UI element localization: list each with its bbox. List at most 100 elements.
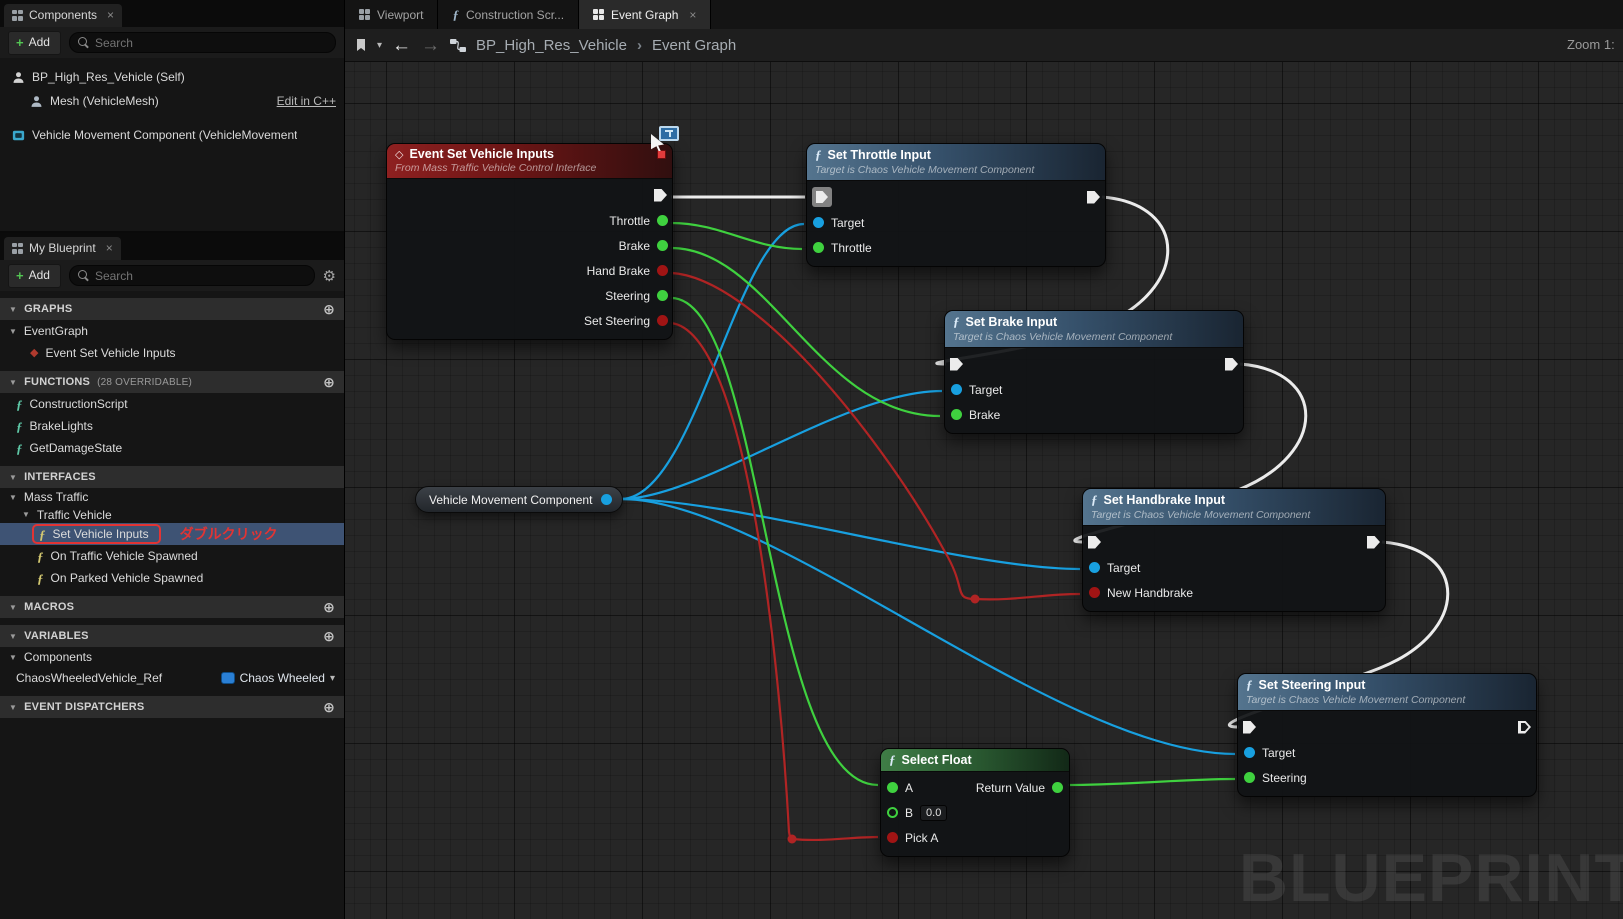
event-set-vehicle-inputs-row[interactable]: ◆ Event Set Vehicle Inputs [0,342,344,364]
vehicle-movement-output-pin[interactable] [601,494,613,505]
eventgraph-row[interactable]: ▼ EventGraph [0,320,344,342]
exec-output-pin[interactable] [1225,357,1238,371]
functions-section-header[interactable]: ▼ FUNCTIONS (28 OVERRIDABLE) ⊕ [0,371,344,393]
collapse-arrow-icon[interactable]: ▼ [9,603,17,612]
return-value-output-pin[interactable] [1052,782,1063,793]
throttle-input-pin[interactable] [813,242,824,253]
node-set-brake-input[interactable]: ƒ Set Brake Input Target is Chaos Vehicl… [944,310,1244,434]
add-function-icon[interactable]: ⊕ [323,375,335,389]
wire-set-steering-event-to-select-float-pick-a[interactable] [670,321,879,842]
collapse-arrow-icon[interactable]: ▼ [9,378,17,387]
exec-input-pin[interactable] [950,357,963,371]
node-set-handbrake-input[interactable]: ƒ Set Handbrake Input Target is Chaos Ve… [1082,488,1386,612]
reroute-node-pick-a[interactable] [787,834,797,844]
target-input-pin[interactable] [813,217,824,228]
function-row-constructionscript[interactable]: ƒ ConstructionScript [0,393,344,415]
collapse-arrow-icon[interactable]: ▼ [9,653,17,662]
interface-row-set-vehicle-inputs[interactable]: ƒ Set Vehicle Inputs ダブルクリック [0,523,344,545]
exec-input-pin[interactable] [1243,720,1256,734]
tab-viewport[interactable]: Viewport [345,0,439,29]
edit-in-cpp-link[interactable]: Edit in C++ [277,94,336,108]
wire-throttle-event-to-set-throttle[interactable] [670,221,803,251]
collapse-arrow-icon[interactable]: ▼ [9,473,17,482]
throttle-output-pin[interactable] [657,215,668,226]
node-event-set-vehicle-inputs[interactable]: ◇ Event Set Vehicle Inputs From Mass Tra… [386,143,673,340]
wire-return-value-select-float-to-set-steering[interactable] [1067,777,1236,787]
steering-output-pin[interactable] [657,290,668,301]
graphs-section-header[interactable]: ▼ GRAPHS ⊕ [0,298,344,320]
collapse-arrow-icon[interactable]: ▼ [9,305,17,314]
pick-a-input-pin[interactable] [887,832,898,843]
tab-event-graph[interactable]: Event Graph × [579,0,712,29]
bookmark-icon[interactable] [355,38,367,52]
b-input-pin[interactable] [887,807,898,818]
interface-group-mass-traffic[interactable]: ▼ Mass Traffic [0,488,344,506]
add-event-dispatcher-icon[interactable]: ⊕ [323,700,335,714]
exec-output-pin[interactable] [1087,190,1100,204]
event-dispatchers-section-header[interactable]: ▼ EVENT DISPATCHERS ⊕ [0,696,344,718]
target-input-pin[interactable] [1244,747,1255,758]
new-handbrake-input-pin[interactable] [1089,587,1100,598]
reroute-node-handbrake[interactable] [970,594,980,604]
graph-canvas[interactable]: ◇ Event Set Vehicle Inputs From Mass Tra… [345,62,1623,919]
brake-output-pin[interactable] [657,240,668,251]
exec-output-pin[interactable] [654,188,667,202]
node-header[interactable]: ◇ Event Set Vehicle Inputs From Mass Tra… [387,144,672,179]
collapse-arrow-icon[interactable]: ▼ [22,510,30,519]
node-set-steering-input[interactable]: ƒ Set Steering Input Target is Chaos Veh… [1237,673,1537,797]
hand-brake-output-pin[interactable] [657,265,668,276]
collapse-arrow-icon[interactable]: ▼ [9,632,17,641]
wire-brake-event-to-set-brake[interactable] [670,246,941,418]
close-icon[interactable]: × [107,8,114,22]
component-row-vehicle-movement[interactable]: Vehicle Movement Component (VehicleMovem… [0,123,344,147]
node-header[interactable]: ƒ Set Steering Input Target is Chaos Veh… [1238,674,1536,711]
wire-steering-event-to-select-float[interactable] [670,296,879,787]
wire-target-vehicle-movement-to-set-handbrake[interactable] [620,497,1081,571]
variable-type-picker[interactable]: Chaos Wheeled ▾ [220,671,335,685]
interface-row-on-parked-vehicle-spawned[interactable]: ƒ On Parked Vehicle Spawned [0,567,344,589]
node-header[interactable]: ƒ Set Throttle Input Target is Chaos Veh… [807,144,1105,181]
add-graph-icon[interactable]: ⊕ [323,302,335,316]
exec-input-pin[interactable] [1088,535,1101,549]
interface-subgroup-traffic-vehicle[interactable]: ▼ Traffic Vehicle [0,506,344,523]
node-header[interactable]: ƒ Select Float [881,749,1069,772]
interfaces-section-header[interactable]: ▼ INTERFACES [0,466,344,488]
exec-output-pin[interactable] [1518,720,1531,734]
add-macro-icon[interactable]: ⊕ [323,600,335,614]
gear-icon[interactable]: ⚙ [323,267,336,285]
back-button[interactable]: ← [392,36,411,55]
my-blueprint-tab[interactable]: My Blueprint × [4,237,121,260]
node-header[interactable]: ƒ Set Handbrake Input Target is Chaos Ve… [1083,489,1385,526]
my-blueprint-search[interactable] [68,265,315,286]
function-row-getdamagestate[interactable]: ƒ GetDamageState [0,437,344,459]
node-set-throttle-input[interactable]: ƒ Set Throttle Input Target is Chaos Veh… [806,143,1106,267]
variables-section-header[interactable]: ▼ VARIABLES ⊕ [0,625,344,647]
set-steering-output-pin[interactable] [657,315,668,326]
tab-construction-script[interactable]: ƒ Construction Scr... [438,0,580,29]
macros-section-header[interactable]: ▼ MACROS ⊕ [0,596,344,618]
component-row-self[interactable]: BP_High_Res_Vehicle (Self) [0,65,344,89]
brake-input-pin[interactable] [951,409,962,420]
collapse-arrow-icon[interactable]: ▼ [9,327,17,336]
forward-button[interactable]: → [421,36,440,55]
node-select-float[interactable]: ƒ Select Float A Return Value B 0.0 Pick… [880,748,1070,857]
variables-category-components[interactable]: ▼ Components [0,647,344,667]
close-icon[interactable]: × [106,241,113,255]
collapse-arrow-icon[interactable]: ▼ [9,493,17,502]
target-input-pin[interactable] [951,384,962,395]
exec-output-pin[interactable] [1367,535,1380,549]
b-value-input[interactable]: 0.0 [920,804,948,821]
collapse-arrow-icon[interactable]: ▼ [9,703,17,712]
breadcrumb-root[interactable]: BP_High_Res_Vehicle [476,37,627,54]
chevron-down-icon[interactable]: ▾ [377,40,382,51]
components-search[interactable] [68,32,336,53]
add-variable-icon[interactable]: ⊕ [323,629,335,643]
steering-input-pin[interactable] [1244,772,1255,783]
close-icon[interactable]: × [689,8,696,22]
components-tab[interactable]: Components × [4,4,123,27]
function-row-brakelights[interactable]: ƒ BrakeLights [0,415,344,437]
node-header[interactable]: ƒ Set Brake Input Target is Chaos Vehicl… [945,311,1243,348]
add-blueprint-item-button[interactable]: + Add [8,263,61,288]
a-input-pin[interactable] [887,782,898,793]
target-input-pin[interactable] [1089,562,1100,573]
